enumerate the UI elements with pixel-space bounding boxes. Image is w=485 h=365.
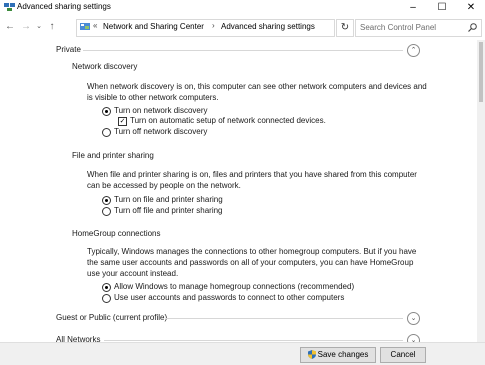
control-panel-icon [80,23,90,30]
network-discovery-on-label[interactable]: Turn on network discovery [114,106,208,115]
radio-file-printer-on[interactable] [102,196,111,205]
homegroup-heading: HomeGroup connections [72,229,161,238]
section-divider [83,50,403,51]
uac-shield-icon [307,350,316,359]
back-arrow-icon[interactable]: ← [4,20,16,34]
vertical-scrollbar[interactable] [477,40,485,364]
minimize-button[interactable]: – [399,0,427,15]
breadcrumb-advanced-sharing[interactable]: Advanced sharing settings [221,22,315,31]
address-bar-row: ← → ⌄ ↑ « Network and Sharing Center › A… [0,17,485,37]
network-discovery-description: When network discovery is on, this compu… [87,82,427,102]
section-guest-public-label: Guest or Public (current profile) [56,313,168,322]
network-discovery-heading: Network discovery [72,62,138,71]
window-title: Advanced sharing settings [17,2,111,11]
refresh-icon[interactable]: ↻ [336,19,354,37]
cancel-button[interactable]: Cancel [380,347,426,363]
file-printer-heading: File and printer sharing [72,151,154,160]
footer-bar: Save changes Cancel [0,342,485,365]
close-button[interactable]: ✕ [457,0,485,15]
file-printer-off-label[interactable]: Turn off file and printer sharing [114,206,223,215]
search-icon[interactable] [468,23,477,32]
up-arrow-icon[interactable]: ↑ [46,20,58,34]
network-discovery-off-label[interactable]: Turn off network discovery [114,127,207,136]
save-changes-button[interactable]: Save changes [300,347,376,363]
search-input[interactable]: Search Control Panel [355,19,482,37]
section-divider [104,340,403,341]
radio-homegroup-use-accounts[interactable] [102,294,111,303]
radio-homegroup-allow[interactable] [102,283,111,292]
settings-content: Private ⌃ Network discovery When network… [0,40,477,364]
breadcrumb-overflow[interactable]: « [93,21,97,30]
breadcrumb-separator[interactable]: › [212,21,215,30]
title-bar: Advanced sharing settings – ☐ ✕ [0,0,485,15]
save-button-label: Save changes [317,350,369,359]
section-divider [166,318,403,319]
network-sharing-icon [4,3,15,11]
maximize-button[interactable]: ☐ [428,0,456,15]
expand-guest-chevron-icon[interactable]: ⌄ [407,312,420,325]
file-printer-on-label[interactable]: Turn on file and printer sharing [114,195,223,204]
collapse-private-chevron-icon[interactable]: ⌃ [407,44,420,57]
homegroup-description: Typically, Windows manages the connectio… [87,247,417,278]
recent-locations-icon[interactable]: ⌄ [33,20,45,34]
radio-network-discovery-off[interactable] [102,128,111,137]
checkbox-auto-setup[interactable]: ✓ [118,117,127,126]
homegroup-use-accounts-label[interactable]: Use user accounts and passwords to conne… [114,293,344,302]
radio-network-discovery-on[interactable] [102,107,111,116]
forward-arrow-icon[interactable]: → [20,20,32,34]
address-box[interactable]: « Network and Sharing Center › Advanced … [76,19,404,37]
file-printer-description: When file and printer sharing is on, fil… [87,170,417,190]
search-placeholder: Search Control Panel [360,23,437,32]
auto-setup-label[interactable]: Turn on automatic setup of network conne… [130,116,326,125]
breadcrumb-network-sharing-center[interactable]: Network and Sharing Center [103,22,204,31]
radio-file-printer-off[interactable] [102,207,111,216]
section-private-label: Private [56,45,81,54]
scrollbar-thumb[interactable] [479,42,483,102]
homegroup-allow-label[interactable]: Allow Windows to manage homegroup connec… [114,282,354,291]
